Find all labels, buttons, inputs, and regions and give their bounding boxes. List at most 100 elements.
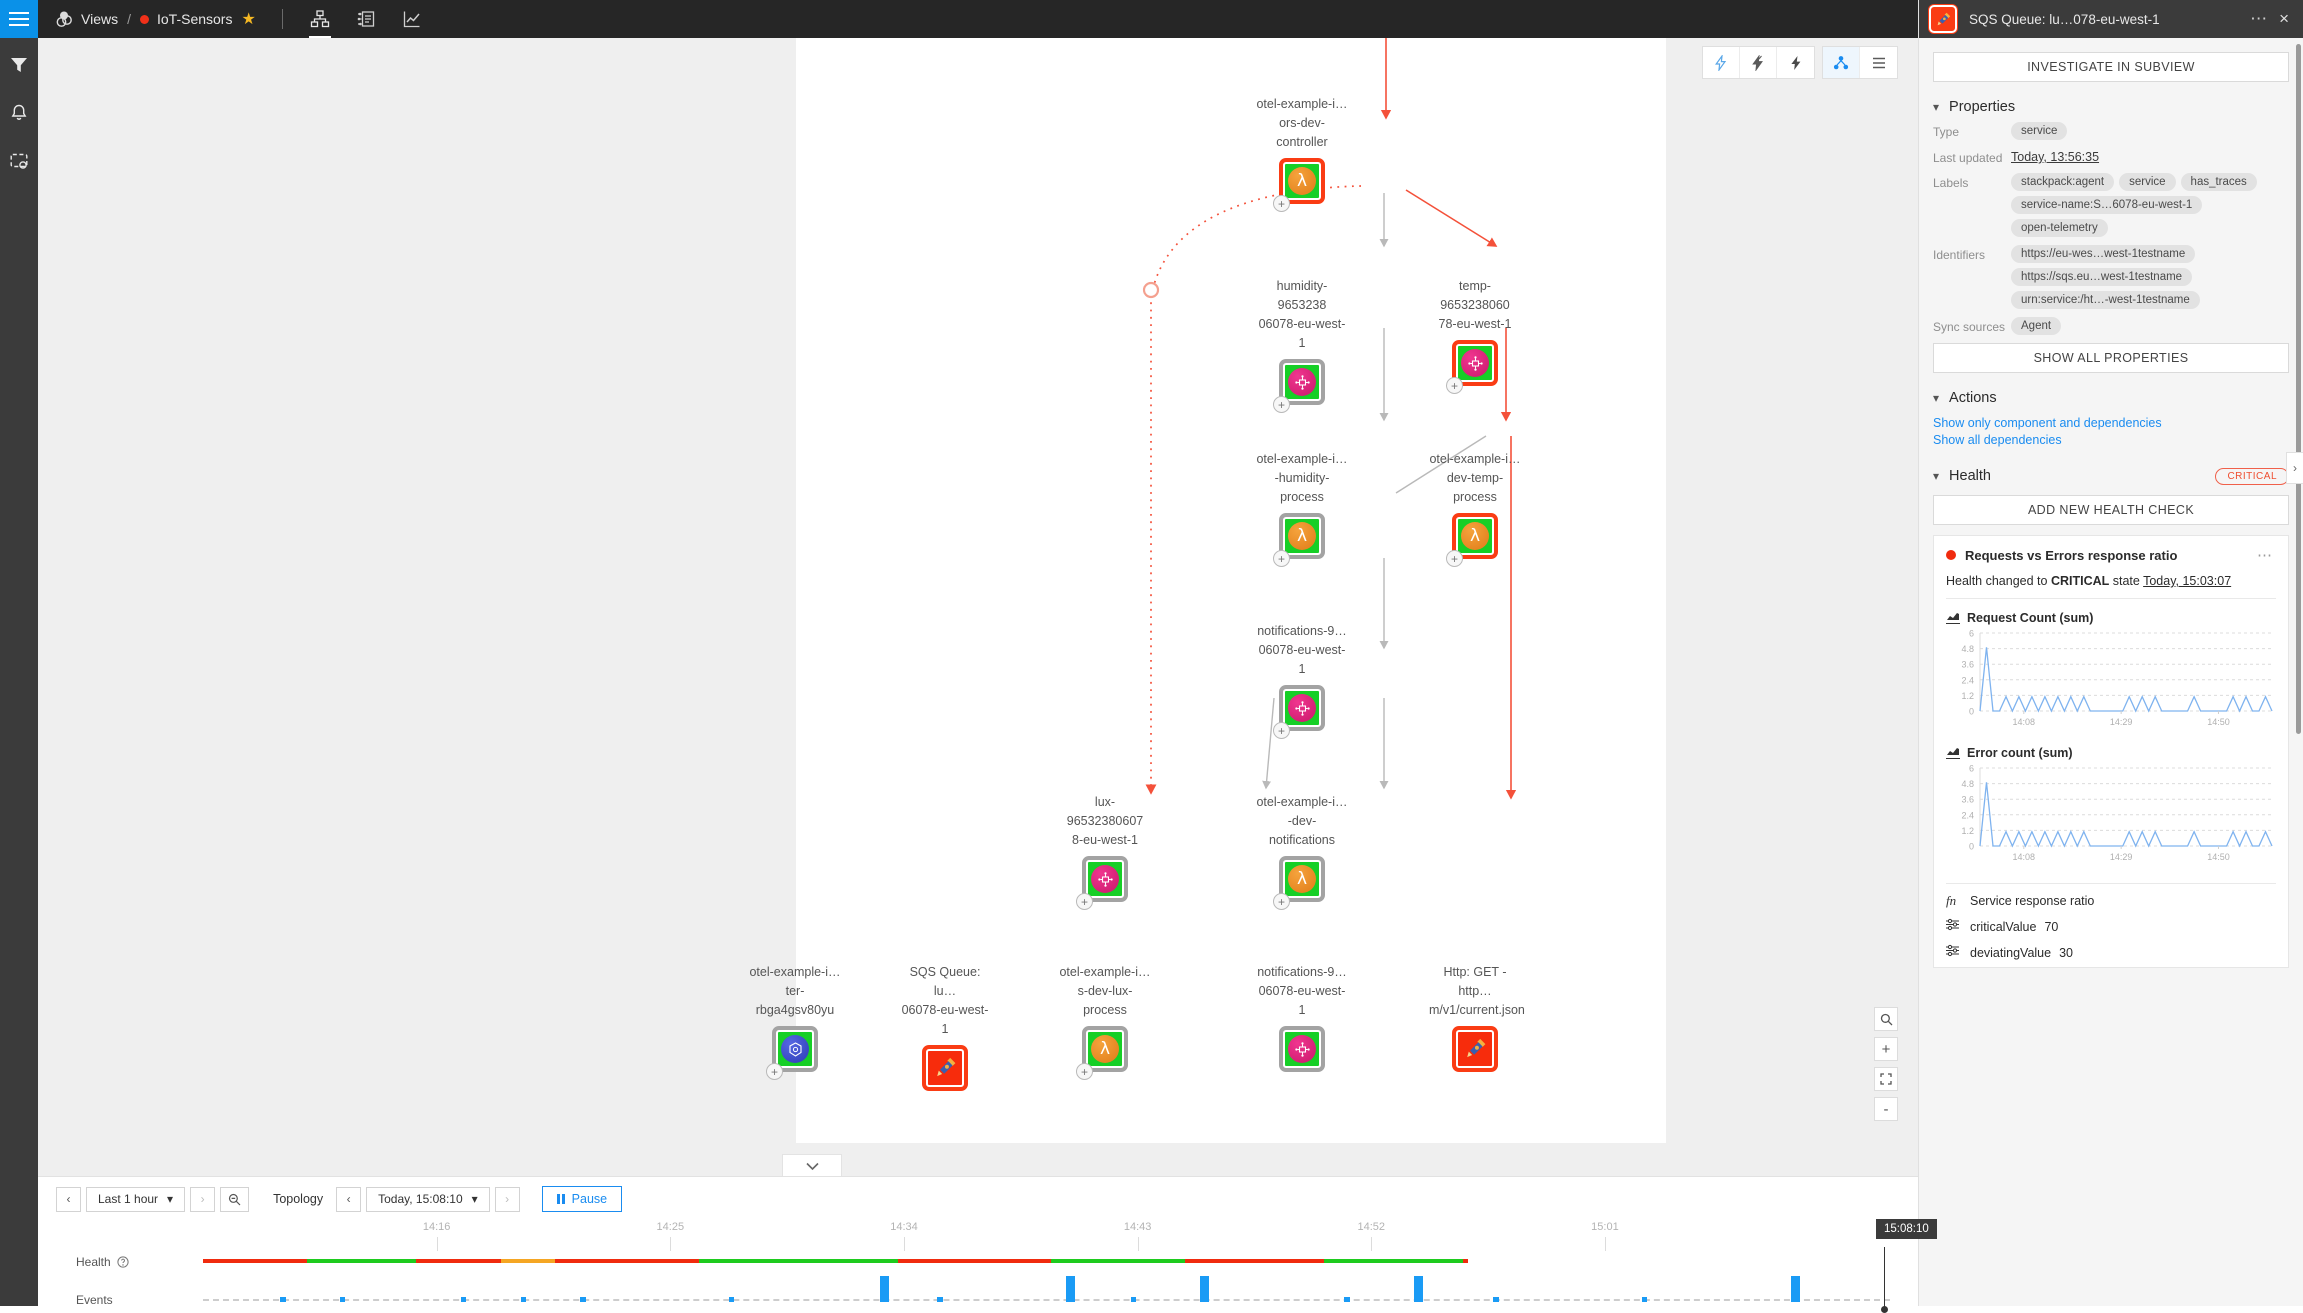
graph-node[interactable]: temp-9653238060 78-eu-west-1+: [1429, 277, 1521, 386]
graph-node[interactable]: otel-example-i… ter-rbga4gsv80yu+: [749, 963, 841, 1072]
graph-node[interactable]: notifications-9… 06078-eu-west-1+: [1256, 622, 1348, 731]
graph-node-icon[interactable]: λ+: [1452, 513, 1498, 559]
health-check-more-icon[interactable]: ⋯: [2255, 546, 2276, 564]
graph-node-icon[interactable]: λ+: [1082, 1026, 1128, 1072]
properties-section-header[interactable]: ▾ Properties: [1933, 92, 2289, 122]
range-prev-button[interactable]: ‹: [56, 1187, 81, 1212]
graph-node[interactable]: Http: GET - http… m/v1/current.json: [1429, 963, 1521, 1072]
time-cursor-dot[interactable]: [1881, 1306, 1888, 1313]
fit-screen-button[interactable]: [1874, 1067, 1898, 1091]
event-bar[interactable]: [1131, 1297, 1136, 1302]
health-check-card[interactable]: Requests vs Errors response ratio ⋯ Heal…: [1933, 535, 2289, 968]
zoom-out-range-icon[interactable]: [220, 1187, 249, 1212]
lightning-filled-icon[interactable]: [1777, 47, 1814, 78]
collapse-panel-handle[interactable]: [782, 1154, 842, 1176]
details-panel-more-icon[interactable]: ⋯: [2240, 9, 2279, 29]
investigate-in-subview-button[interactable]: INVESTIGATE IN SUBVIEW: [1933, 52, 2289, 82]
graph-node-icon[interactable]: λ+: [1279, 158, 1325, 204]
last-updated-value[interactable]: Today, 13:56:35: [2011, 148, 2099, 164]
graph-node[interactable]: SQS Queue: lu… 06078-eu-west-1: [899, 963, 991, 1091]
panel-scrollbar[interactable]: [2296, 44, 2301, 734]
help-icon[interactable]: [117, 1256, 129, 1268]
graph-node[interactable]: otel-example-i… dev-temp-processλ+: [1429, 450, 1521, 559]
event-bar[interactable]: [880, 1276, 889, 1302]
expand-node-button[interactable]: +: [1076, 893, 1093, 910]
add-new-health-check-button[interactable]: ADD NEW HEALTH CHECK: [1933, 495, 2289, 525]
event-bar[interactable]: [729, 1297, 734, 1302]
show-only-component-link[interactable]: Show only component and dependencies: [1933, 416, 2289, 430]
graph-node[interactable]: otel-example-i… -humidity-processλ+: [1256, 450, 1348, 559]
hamburger-icon[interactable]: [0, 0, 38, 38]
graph-node[interactable]: humidity-9653238 06078-eu-west-1+: [1256, 277, 1348, 405]
show-all-dependencies-link[interactable]: Show all dependencies: [1933, 433, 2289, 447]
graph-node-icon[interactable]: [1452, 1026, 1498, 1072]
health-change-time[interactable]: Today, 15:03:07: [2143, 574, 2231, 588]
graph-node-icon[interactable]: +: [1279, 359, 1325, 405]
range-next-button[interactable]: ›: [190, 1187, 215, 1212]
graph-node-icon[interactable]: +: [1082, 856, 1128, 902]
event-bar[interactable]: [1200, 1276, 1209, 1302]
expand-node-button[interactable]: +: [1273, 893, 1290, 910]
zoom-in-button[interactable]: +: [1874, 1037, 1898, 1061]
current-time-select[interactable]: Today, 15:08:10 ▾: [366, 1187, 490, 1212]
expand-node-button[interactable]: +: [1273, 195, 1290, 212]
event-bar[interactable]: [1066, 1276, 1075, 1302]
details-panel-body[interactable]: INVESTIGATE IN SUBVIEW ▾ Properties Type…: [1919, 38, 2303, 1306]
time-next-button[interactable]: ›: [495, 1187, 520, 1212]
topology-view-icon[interactable]: [305, 4, 335, 34]
lightning-outline-icon[interactable]: [1740, 47, 1777, 78]
event-bar[interactable]: [340, 1297, 345, 1302]
filter-icon[interactable]: [6, 52, 32, 78]
zoom-search-icon[interactable]: [1874, 1007, 1898, 1031]
expand-right-panel-tab[interactable]: ›: [2286, 452, 2303, 484]
timeline-track[interactable]: Health Events 14:1614:2514:3414:4314:521…: [38, 1221, 1918, 1306]
expand-node-button[interactable]: +: [1273, 722, 1290, 739]
list-icon[interactable]: [1860, 47, 1897, 78]
expand-node-button[interactable]: +: [1273, 396, 1290, 413]
event-bar[interactable]: [1493, 1297, 1498, 1302]
event-bar[interactable]: [521, 1297, 526, 1302]
graph-node[interactable]: otel-example-i… -dev-notificationsλ+: [1256, 793, 1348, 902]
graph-node-icon[interactable]: +: [772, 1026, 818, 1072]
event-bar[interactable]: [937, 1297, 942, 1302]
show-all-properties-button[interactable]: SHOW ALL PROPERTIES: [1933, 343, 2289, 373]
graph-node[interactable]: otel-example-i… s-dev-lux-processλ+: [1059, 963, 1151, 1072]
expand-node-button[interactable]: +: [1273, 550, 1290, 567]
zoom-out-button[interactable]: -: [1874, 1097, 1898, 1121]
time-range-select[interactable]: Last 1 hour ▾: [86, 1187, 185, 1212]
breadcrumb-view-name[interactable]: IoT-Sensors: [157, 11, 232, 27]
health-section-header[interactable]: ▾ Health CRITICAL: [1933, 461, 2289, 491]
graph-node[interactable]: lux-96532380607 8-eu-west-1+: [1059, 793, 1151, 902]
graph-node[interactable]: notifications-9… 06078-eu-west-1: [1256, 963, 1348, 1072]
view-settings-icon[interactable]: [6, 148, 32, 174]
event-bar[interactable]: [1791, 1276, 1800, 1302]
event-bar[interactable]: [461, 1297, 466, 1302]
actions-section-header[interactable]: ▾ Actions: [1933, 383, 2289, 413]
events-timeline[interactable]: [203, 1299, 1890, 1302]
graph-node-icon[interactable]: [922, 1045, 968, 1091]
expand-node-button[interactable]: +: [766, 1063, 783, 1080]
detail-list-icon[interactable]: [351, 4, 381, 34]
graph-node-icon[interactable]: [1279, 1026, 1325, 1072]
close-icon[interactable]: ×: [2279, 9, 2293, 29]
time-prev-button[interactable]: ‹: [336, 1187, 361, 1212]
grouping-icon[interactable]: [1823, 47, 1860, 78]
event-bar[interactable]: [1344, 1297, 1349, 1302]
bell-icon[interactable]: [6, 100, 32, 126]
metrics-chart-icon[interactable]: [397, 4, 427, 34]
topology-canvas[interactable]: + - otel-example-i… ors-dev-controllerλ+…: [38, 38, 1918, 1176]
graph-node-icon[interactable]: λ+: [1279, 856, 1325, 902]
expand-node-button[interactable]: +: [1446, 377, 1463, 394]
graph-node-icon[interactable]: λ+: [1279, 513, 1325, 559]
event-bar[interactable]: [580, 1297, 585, 1302]
breadcrumb-views[interactable]: Views: [81, 11, 118, 27]
graph-node[interactable]: otel-example-i… ors-dev-controllerλ+: [1256, 95, 1348, 204]
event-bar[interactable]: [1414, 1276, 1423, 1302]
graph-node-icon[interactable]: +: [1279, 685, 1325, 731]
auto-layout-icon[interactable]: [1703, 47, 1740, 78]
pause-button[interactable]: Pause: [542, 1186, 622, 1212]
expand-node-button[interactable]: +: [1446, 550, 1463, 567]
star-icon[interactable]: ★: [241, 9, 255, 29]
event-bar[interactable]: [1642, 1297, 1647, 1302]
graph-node-icon[interactable]: +: [1452, 340, 1498, 386]
